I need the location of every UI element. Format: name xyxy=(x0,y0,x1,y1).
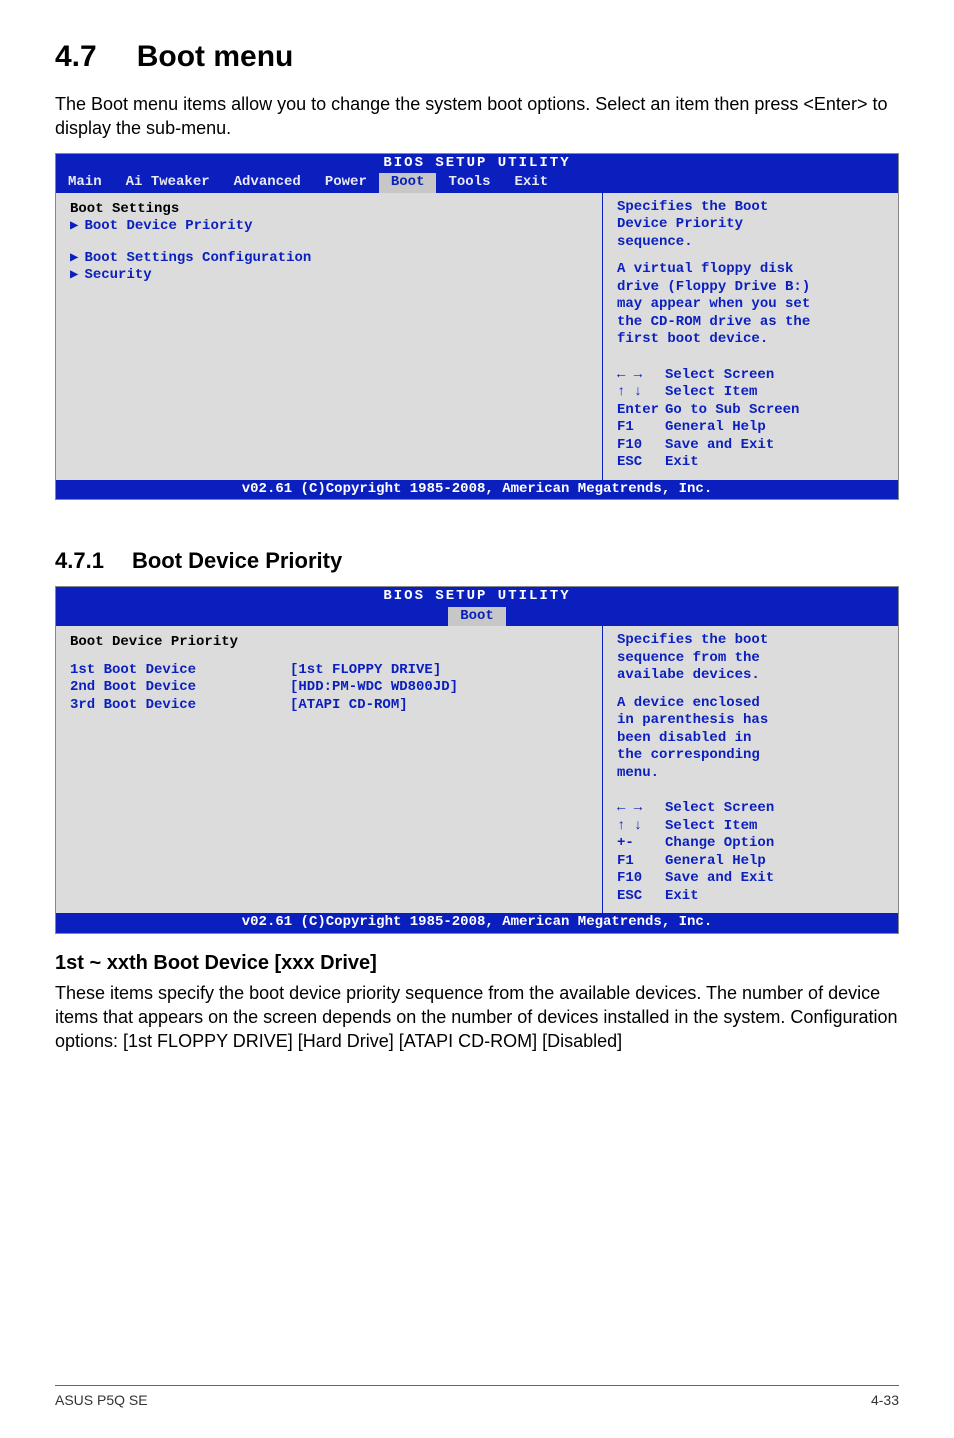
subsection-heading: 4.7.1 Boot Device Priority xyxy=(55,548,899,574)
row-value: [HDD:PM-WDC WD800JD] xyxy=(290,679,510,697)
bios-screenshot-boot-menu: BIOS SETUP UTILITY Main Ai Tweaker Advan… xyxy=(55,153,899,501)
help-line: the corresponding xyxy=(617,747,884,765)
boot-settings-heading: Boot Settings xyxy=(70,201,588,219)
help-line: Specifies the boot xyxy=(617,632,884,650)
page-footer: ASUS P5Q SE 4-33 xyxy=(55,1385,899,1408)
help-line: menu. xyxy=(617,765,884,783)
arrows-lr-icon: ← → xyxy=(617,367,665,385)
section-heading: 4.7 Boot menu xyxy=(55,40,899,74)
section-title: Boot menu xyxy=(137,40,294,74)
config-item-description: These items specify the boot device prio… xyxy=(55,981,899,1054)
tab-advanced[interactable]: Advanced xyxy=(222,173,313,193)
key-label: Select Screen xyxy=(665,800,774,816)
bios-screenshot-boot-device-priority: BIOS SETUP UTILITY Boot Boot Device Prio… xyxy=(55,586,899,934)
help-line: the CD-ROM drive as the xyxy=(617,314,884,332)
help-line: been disabled in xyxy=(617,730,884,748)
bios-help-pane: Specifies the boot sequence from the ava… xyxy=(603,626,898,913)
item-label: Security xyxy=(84,267,151,285)
key-f10: F10 xyxy=(617,437,665,455)
config-item-heading: 1st ~ xxth Boot Device [xxx Drive] xyxy=(55,952,899,975)
key-legend: ← →Select Screen ↑ ↓Select Item EnterGo … xyxy=(617,367,884,472)
footer-right: 4-33 xyxy=(871,1392,899,1408)
key-legend: ← →Select Screen ↑ ↓Select Item +-Change… xyxy=(617,800,884,905)
key-esc: ESC xyxy=(617,454,665,472)
bios-tab-bar: Boot xyxy=(56,607,898,627)
key-label: Save and Exit xyxy=(665,437,774,453)
row-value: [1st FLOPPY DRIVE] xyxy=(290,662,510,680)
key-label: Exit xyxy=(665,454,699,470)
row-value: [ATAPI CD-ROM] xyxy=(290,697,510,715)
bios-copyright: v02.61 (C)Copyright 1985-2008, American … xyxy=(56,913,898,933)
subsection-title: Boot Device Priority xyxy=(132,548,342,574)
priority-row-2[interactable]: 2nd Boot Device [HDD:PM-WDC WD800JD] xyxy=(70,679,588,697)
help-line: may appear when you set xyxy=(617,296,884,314)
intro-paragraph: The Boot menu items allow you to change … xyxy=(55,92,899,141)
bios-title: BIOS SETUP UTILITY xyxy=(56,587,898,607)
tab-boot[interactable]: Boot xyxy=(379,173,437,193)
section-number: 4.7 xyxy=(55,40,97,74)
bios-title: BIOS SETUP UTILITY xyxy=(56,154,898,174)
key-label: Select Screen xyxy=(665,367,774,383)
boot-device-priority-heading: Boot Device Priority xyxy=(70,634,588,652)
help-line: Device Priority xyxy=(617,216,884,234)
row-label: 1st Boot Device xyxy=(70,662,290,680)
help-line: sequence from the xyxy=(617,650,884,668)
help-line: sequence. xyxy=(617,234,884,252)
key-label: General Help xyxy=(665,419,766,435)
help-line: A virtual floppy disk xyxy=(617,261,884,279)
key-label: General Help xyxy=(665,853,766,869)
tab-tools[interactable]: Tools xyxy=(436,173,502,193)
arrows-lr-icon: ← → xyxy=(617,800,665,818)
bios-left-pane: Boot Device Priority 1st Boot Device [1s… xyxy=(56,626,603,913)
submenu-arrow-icon: ▶ xyxy=(70,267,78,285)
tab-ai-tweaker[interactable]: Ai Tweaker xyxy=(114,173,222,193)
key-plus-minus: +- xyxy=(617,835,665,853)
submenu-arrow-icon: ▶ xyxy=(70,250,78,268)
key-label: Select Item xyxy=(665,818,757,834)
key-enter: Enter xyxy=(617,402,665,420)
key-label: Change Option xyxy=(665,835,774,851)
key-f1: F1 xyxy=(617,853,665,871)
help-line: in parenthesis has xyxy=(617,712,884,730)
tab-main[interactable]: Main xyxy=(56,173,114,193)
row-label: 3rd Boot Device xyxy=(70,697,290,715)
help-line: drive (Floppy Drive B:) xyxy=(617,279,884,297)
tab-boot[interactable]: Boot xyxy=(448,607,506,627)
key-label: Go to Sub Screen xyxy=(665,402,799,418)
row-label: 2nd Boot Device xyxy=(70,679,290,697)
bios-left-pane: Boot Settings ▶ Boot Device Priority ▶ B… xyxy=(56,193,603,480)
key-esc: ESC xyxy=(617,888,665,906)
bios-copyright: v02.61 (C)Copyright 1985-2008, American … xyxy=(56,480,898,500)
help-line: A device enclosed xyxy=(617,695,884,713)
bios-tab-bar: Main Ai Tweaker Advanced Power Boot Tool… xyxy=(56,173,898,193)
key-label: Exit xyxy=(665,888,699,904)
tab-power[interactable]: Power xyxy=(313,173,379,193)
key-label: Save and Exit xyxy=(665,870,774,886)
help-line: availabe devices. xyxy=(617,667,884,685)
tab-exit[interactable]: Exit xyxy=(502,173,560,193)
help-line: Specifies the Boot xyxy=(617,199,884,217)
priority-row-3[interactable]: 3rd Boot Device [ATAPI CD-ROM] xyxy=(70,697,588,715)
arrows-ud-icon: ↑ ↓ xyxy=(617,818,665,836)
item-label: Boot Settings Configuration xyxy=(84,250,311,268)
item-boot-device-priority[interactable]: ▶ Boot Device Priority xyxy=(70,218,588,236)
arrows-ud-icon: ↑ ↓ xyxy=(617,384,665,402)
key-f10: F10 xyxy=(617,870,665,888)
submenu-arrow-icon: ▶ xyxy=(70,218,78,236)
item-security[interactable]: ▶ Security xyxy=(70,267,588,285)
priority-row-1[interactable]: 1st Boot Device [1st FLOPPY DRIVE] xyxy=(70,662,588,680)
key-label: Select Item xyxy=(665,384,757,400)
key-f1: F1 xyxy=(617,419,665,437)
item-boot-settings-configuration[interactable]: ▶ Boot Settings Configuration xyxy=(70,250,588,268)
footer-left: ASUS P5Q SE xyxy=(55,1392,148,1408)
help-line: first boot device. xyxy=(617,331,884,349)
bios-help-pane: Specifies the Boot Device Priority seque… xyxy=(603,193,898,480)
subsection-number: 4.7.1 xyxy=(55,548,104,574)
item-label: Boot Device Priority xyxy=(84,218,252,236)
